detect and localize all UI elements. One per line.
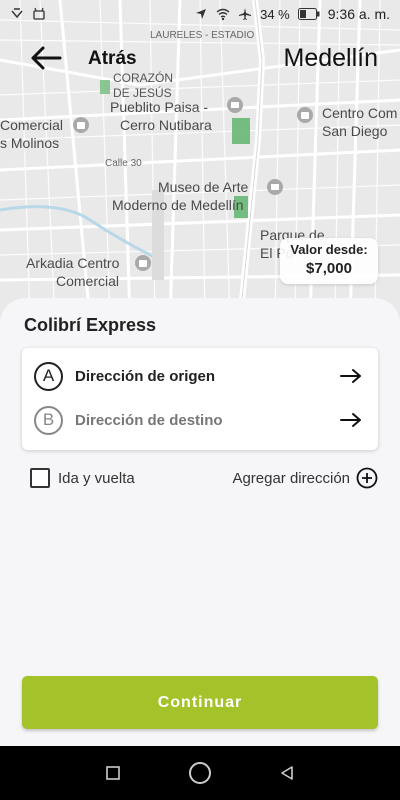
android-icon xyxy=(33,7,45,20)
map-label: s Molinos xyxy=(0,135,60,151)
map-label: San Diego xyxy=(322,123,388,139)
plus-circle-icon xyxy=(356,467,378,489)
booking-sheet: Colibrí Express A Dirección de origen B … xyxy=(0,298,400,746)
status-right: 34 % 9:36 a. m. xyxy=(194,6,390,22)
location-icon xyxy=(196,9,207,19)
destination-badge: B xyxy=(34,405,63,435)
price-value: $7,000 xyxy=(306,260,352,277)
map-label: Cerro Nutibara xyxy=(120,117,212,133)
wifi-icon xyxy=(216,8,230,21)
back-label[interactable]: Atrás xyxy=(88,48,137,70)
status-left xyxy=(10,7,46,21)
battery-icon xyxy=(297,8,320,20)
airplane-icon xyxy=(239,8,252,20)
address-card: A Dirección de origen B Dirección de des… xyxy=(22,348,378,450)
arrow-right-icon xyxy=(340,369,361,383)
map-label: Pueblito Paisa - xyxy=(110,99,209,115)
origin-address-label: Dirección de origen xyxy=(75,367,216,385)
shopping-pin-icon xyxy=(297,107,313,123)
destination-address-label: Dirección de destino xyxy=(75,411,223,429)
map-label: Calle 30 xyxy=(105,158,142,169)
map-label: LAURELES - ESTADIO xyxy=(150,30,255,41)
museum-pin-icon xyxy=(227,97,243,113)
round-trip-checkbox[interactable] xyxy=(30,468,50,488)
origin-badge: A xyxy=(34,361,63,391)
map-label: Moderno de Medellín xyxy=(112,197,244,213)
square-icon xyxy=(106,766,121,780)
arrow-right-icon xyxy=(340,413,361,427)
battery-percent: 34 % xyxy=(260,6,290,22)
map-label: Centro Com xyxy=(322,105,398,121)
trip-options: Ida y vuelta Agregar dirección xyxy=(30,466,378,490)
destination-address-row[interactable]: B Dirección de destino xyxy=(22,398,378,442)
service-title: Colibrí Express xyxy=(24,315,157,335)
price-chip: Valor desde: $7,000 xyxy=(280,238,378,284)
map-label: Museo de Arte xyxy=(158,179,249,195)
city-title: Medellín xyxy=(283,44,379,72)
add-address-label: Agregar dirección xyxy=(232,469,350,487)
add-address-button[interactable]: Agregar dirección xyxy=(232,467,378,489)
system-nav-bar xyxy=(0,746,400,800)
clock: 9:36 a. m. xyxy=(327,6,390,22)
back-arrow-icon[interactable] xyxy=(30,44,62,72)
status-bar: 34 % 9:36 a. m. xyxy=(0,0,400,28)
map-label: Arkadia Centro xyxy=(26,255,120,271)
map-label: Comercial xyxy=(0,117,64,133)
round-trip-label: Ida y vuelta xyxy=(58,469,135,487)
triangle-back-icon xyxy=(280,766,293,780)
continue-button[interactable]: Continuar xyxy=(22,676,378,729)
notification-icon xyxy=(11,8,23,19)
home-circle-icon xyxy=(188,762,211,784)
map-label: Comercial xyxy=(56,273,120,289)
recent-apps-button[interactable] xyxy=(98,758,128,788)
shopping-pin-icon xyxy=(73,117,89,133)
origin-address-row[interactable]: A Dirección de origen xyxy=(22,354,378,398)
back-button[interactable] xyxy=(272,758,302,788)
price-label: Valor desde: xyxy=(290,242,368,257)
round-trip-toggle[interactable]: Ida y vuelta xyxy=(30,468,135,488)
museum-pin-icon xyxy=(267,179,283,195)
shopping-pin-icon xyxy=(135,255,151,271)
home-button[interactable] xyxy=(185,758,215,788)
